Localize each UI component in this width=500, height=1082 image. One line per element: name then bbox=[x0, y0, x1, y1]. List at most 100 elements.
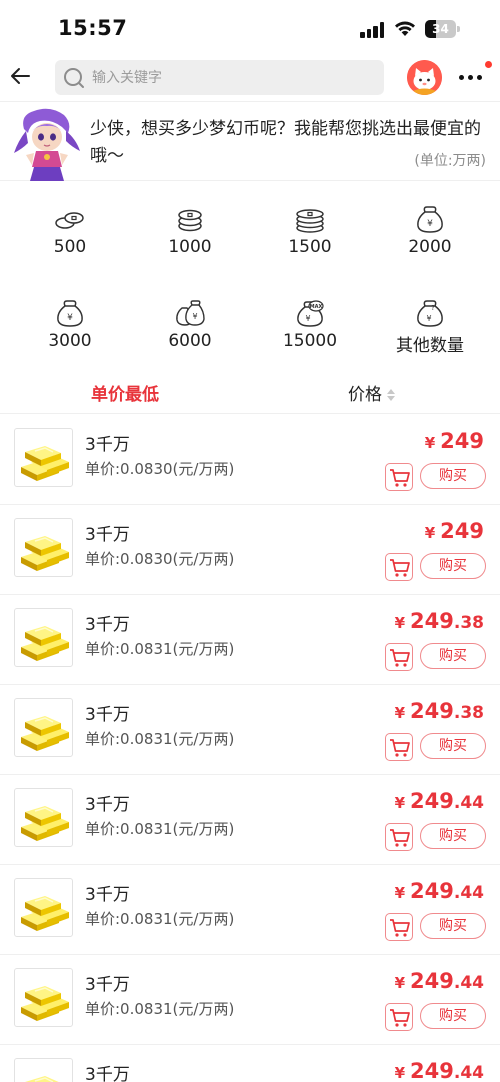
arrow-left-icon[interactable] bbox=[8, 64, 32, 88]
status-bar: 15:57 34 bbox=[0, 0, 500, 54]
unit-price: 单价:0.0831(元/万两) bbox=[85, 1000, 235, 1018]
gold-bars-image bbox=[14, 968, 73, 1027]
price-integer: 249 bbox=[410, 879, 454, 903]
price: ¥249.38 bbox=[395, 609, 484, 633]
product-row[interactable]: 3千万 单价:0.0831(元/万两) ¥249.38 购买 bbox=[0, 685, 500, 775]
price: ¥249 bbox=[425, 519, 484, 543]
gold-bars-icon bbox=[21, 986, 69, 1021]
quantity-option-other[interactable]: ? ¥ 其他数量 bbox=[370, 284, 490, 364]
buy-button[interactable]: 购买 bbox=[420, 733, 486, 759]
tab-price[interactable]: 价格 bbox=[348, 380, 395, 405]
product-row[interactable]: 3千万 单价:0.0831(元/万两) ¥249.38 购买 bbox=[0, 595, 500, 685]
price-decimal: .44 bbox=[453, 973, 484, 993]
status-time: 15:57 bbox=[58, 16, 128, 40]
product-title: 3千万 bbox=[85, 795, 130, 815]
cart-icon bbox=[390, 1009, 410, 1027]
price-integer: 249 bbox=[410, 699, 454, 723]
quantity-option-1000[interactable]: 1000 bbox=[130, 190, 250, 270]
price-integer: 249 bbox=[440, 519, 484, 543]
gold-bars-image bbox=[14, 608, 73, 667]
gold-bars-image bbox=[14, 428, 73, 487]
product-row[interactable]: 3千万 单价:0.0831(元/万两) ¥249.44 购买 bbox=[0, 865, 500, 955]
currency-symbol: ¥ bbox=[394, 1064, 406, 1082]
gold-bars-image bbox=[14, 1058, 73, 1082]
product-row[interactable]: 3千万 单价:0.0831(元/万两) ¥249.44 购买 bbox=[0, 1045, 500, 1082]
wifi-icon bbox=[395, 21, 415, 36]
price-integer: 249 bbox=[410, 609, 454, 633]
quantity-option-500[interactable]: 500 bbox=[10, 190, 130, 270]
price-decimal: .38 bbox=[453, 703, 484, 723]
svg-text:MAX: MAX bbox=[310, 304, 323, 310]
tab-lowest-unit-price[interactable]: 单价最低 bbox=[91, 380, 159, 405]
quantity-option-3000[interactable]: ¥ 3000 bbox=[10, 284, 130, 364]
product-title: 3千万 bbox=[85, 705, 130, 725]
more-dots-icon[interactable] bbox=[458, 66, 484, 90]
unit-price: 单价:0.0831(元/万两) bbox=[85, 820, 235, 838]
svg-text:¥: ¥ bbox=[426, 314, 431, 323]
tab-price-label: 价格 bbox=[348, 385, 382, 405]
quantity-option-6000[interactable]: ¥ 6000 bbox=[130, 284, 250, 364]
assistant-banner: 少侠，想买多少梦幻币呢？我能帮您挑选出最便宜的哦～ (单位:万两) bbox=[0, 103, 500, 181]
price: ¥249.44 bbox=[395, 1059, 484, 1082]
currency-symbol: ¥ bbox=[394, 794, 406, 812]
money-bag-question-icon: ? ¥ bbox=[417, 300, 443, 327]
buy-button[interactable]: 购买 bbox=[420, 823, 486, 849]
sort-arrows-icon bbox=[387, 389, 395, 401]
price-decimal: .44 bbox=[453, 1063, 484, 1082]
search-input[interactable] bbox=[92, 60, 372, 95]
product-title: 3千万 bbox=[85, 885, 130, 905]
price-integer: 249 bbox=[410, 789, 454, 813]
battery-icon: 34 bbox=[425, 20, 461, 38]
product-title: 3千万 bbox=[85, 525, 130, 545]
price: ¥249.38 bbox=[395, 699, 484, 723]
cart-icon bbox=[390, 649, 410, 667]
product-row[interactable]: 3千万 单价:0.0831(元/万两) ¥249.44 购买 bbox=[0, 775, 500, 865]
buy-button[interactable]: 购买 bbox=[420, 913, 486, 939]
gold-bars-image bbox=[14, 878, 73, 937]
currency-symbol: ¥ bbox=[394, 884, 406, 902]
quantity-label: 2000 bbox=[408, 237, 452, 257]
add-to-cart-button[interactable] bbox=[385, 823, 413, 851]
add-to-cart-button[interactable] bbox=[385, 643, 413, 671]
add-to-cart-button[interactable] bbox=[385, 1003, 413, 1031]
add-to-cart-button[interactable] bbox=[385, 913, 413, 941]
search-bar[interactable] bbox=[55, 60, 384, 95]
gold-bars-icon bbox=[21, 806, 69, 841]
product-row[interactable]: 3千万 单价:0.0830(元/万两) ¥249 购买 bbox=[0, 505, 500, 595]
buy-button[interactable]: 购买 bbox=[420, 463, 486, 489]
gold-bars-image bbox=[14, 788, 73, 847]
coins-small-icon bbox=[55, 212, 84, 229]
unit-price: 单价:0.0830(元/万两) bbox=[85, 550, 235, 568]
quantity-label: 6000 bbox=[168, 331, 212, 351]
svg-text:¥: ¥ bbox=[305, 314, 310, 323]
quantity-option-15000[interactable]: MAX ¥ 15000 bbox=[250, 284, 370, 364]
quantity-label: 500 bbox=[53, 237, 87, 257]
product-row[interactable]: 3千万 单价:0.0830(元/万两) ¥249 购买 bbox=[0, 415, 500, 505]
quantity-option-1500[interactable]: 1500 bbox=[250, 190, 370, 270]
gold-bars-image bbox=[14, 698, 73, 757]
avatar[interactable] bbox=[407, 60, 442, 95]
svg-text:¥: ¥ bbox=[192, 312, 197, 321]
product-row[interactable]: 3千万 单价:0.0831(元/万两) ¥249.44 购买 bbox=[0, 955, 500, 1045]
buy-button[interactable]: 购买 bbox=[420, 1003, 486, 1029]
buy-button[interactable]: 购买 bbox=[420, 553, 486, 579]
signal-icon bbox=[360, 22, 386, 38]
price-decimal: .44 bbox=[453, 793, 484, 813]
add-to-cart-button[interactable] bbox=[385, 553, 413, 581]
search-icon bbox=[64, 68, 84, 88]
quantity-label: 3000 bbox=[48, 331, 92, 351]
money-bag-double-icon: ¥ bbox=[176, 300, 205, 326]
product-title: 3千万 bbox=[85, 435, 130, 455]
money-bag-max-icon: MAX ¥ bbox=[297, 300, 324, 327]
quantity-option-2000[interactable]: ¥ 2000 bbox=[370, 190, 490, 270]
gold-bars-icon bbox=[21, 716, 69, 751]
buy-button[interactable]: 购买 bbox=[420, 643, 486, 669]
gold-bars-icon bbox=[25, 1076, 59, 1082]
add-to-cart-button[interactable] bbox=[385, 463, 413, 491]
unit-price: 单价:0.0830(元/万两) bbox=[85, 460, 235, 478]
currency-symbol: ¥ bbox=[424, 524, 436, 542]
add-to-cart-button[interactable] bbox=[385, 733, 413, 761]
currency-symbol: ¥ bbox=[394, 704, 406, 722]
gold-bars-icon bbox=[21, 536, 69, 571]
cat-mascot-icon bbox=[407, 60, 442, 95]
